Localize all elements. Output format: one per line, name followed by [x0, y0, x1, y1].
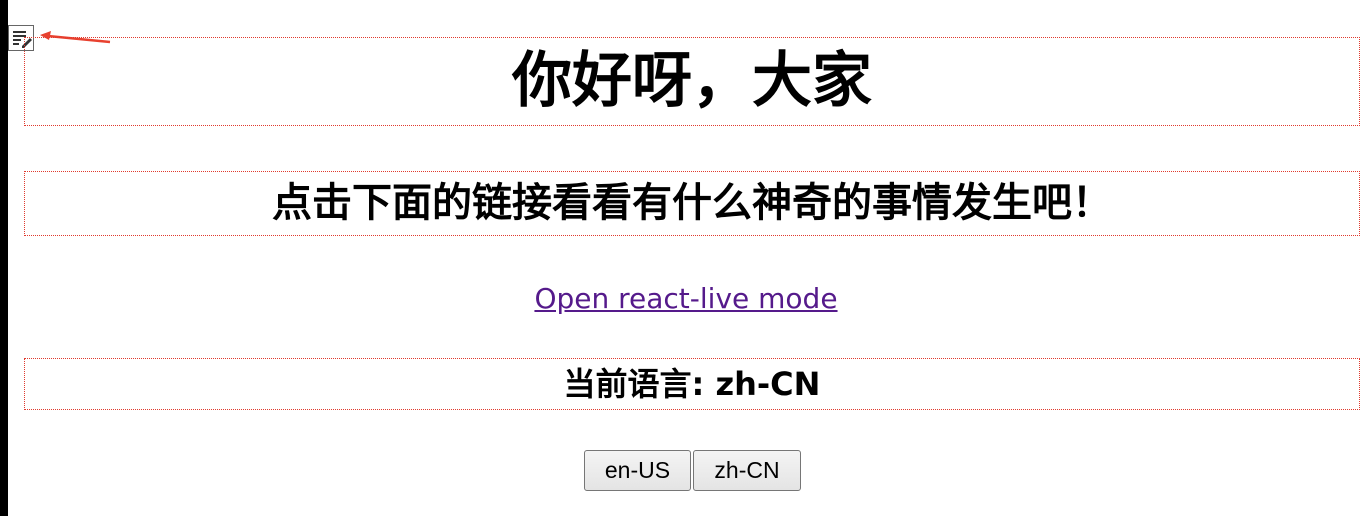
live-link-container: Open react-live mode [0, 280, 1372, 318]
current-language-label: 当前语言: zh-CN [24, 358, 1360, 410]
left-edge-bar [0, 0, 8, 516]
en-us-button[interactable]: en-US [584, 450, 691, 491]
page-title: 你好呀，大家 [24, 37, 1360, 126]
react-live-link[interactable]: Open react-live mode [534, 282, 837, 315]
page-subtitle: 点击下面的链接看看有什么神奇的事情发生吧！ [24, 171, 1360, 236]
language-switcher: en-US zh-CN [584, 450, 801, 491]
zh-cn-button[interactable]: zh-CN [693, 450, 801, 491]
